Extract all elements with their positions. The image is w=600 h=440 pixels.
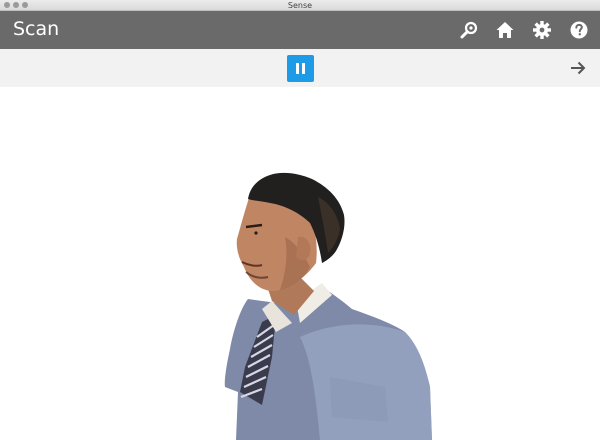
zoom-icon[interactable] xyxy=(459,20,479,40)
window-title: Sense xyxy=(287,1,313,10)
scan-preview-image xyxy=(224,172,432,440)
home-icon[interactable] xyxy=(495,20,515,40)
arrow-right-icon[interactable] xyxy=(569,59,587,77)
window-titlebar: Sense xyxy=(0,0,600,11)
gear-icon[interactable] xyxy=(532,20,552,40)
help-icon[interactable] xyxy=(569,20,589,40)
scan-toolbar xyxy=(0,49,600,87)
pause-icon xyxy=(296,63,299,74)
page-title: Scan xyxy=(13,18,60,40)
pause-button[interactable] xyxy=(287,55,314,82)
app-header: Scan xyxy=(0,11,600,49)
scan-viewport[interactable] xyxy=(0,87,600,440)
